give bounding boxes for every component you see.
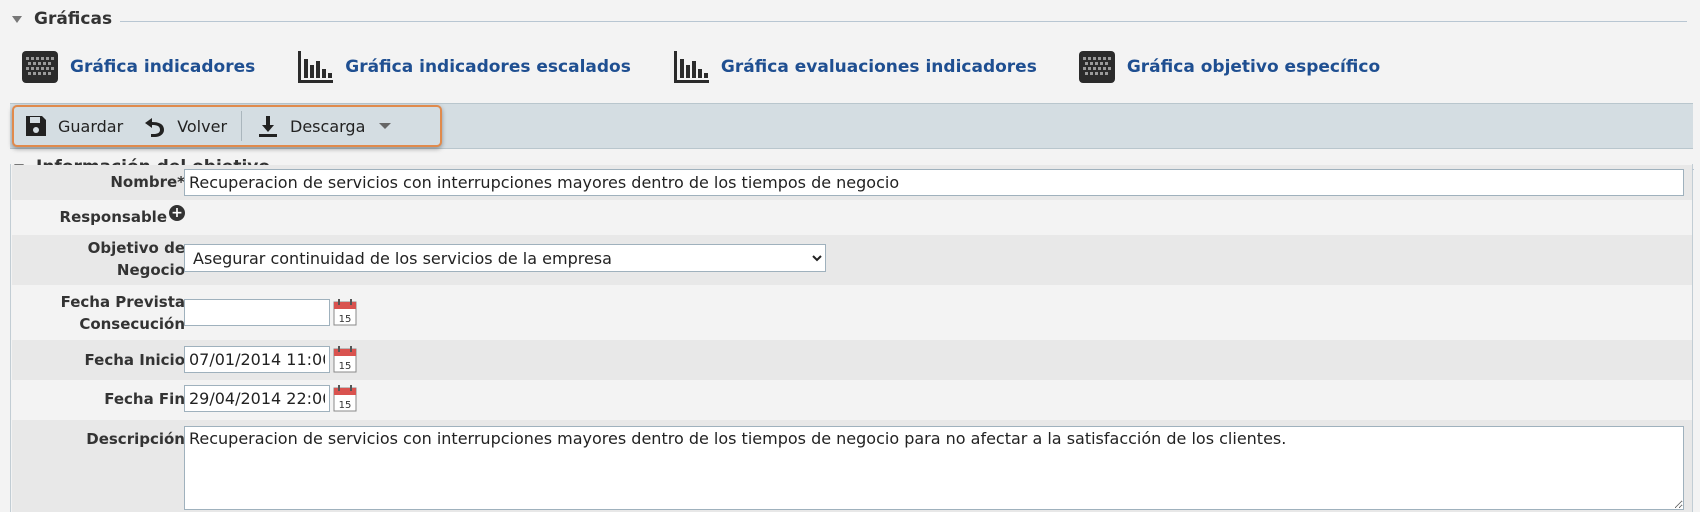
fecha-prevista-label: Fecha Prevista Consecución [61, 291, 185, 335]
responsable-label-wrap: Responsable + [60, 205, 185, 230]
calendar-icon[interactable]: 15 [333, 298, 357, 326]
graficas-section-header[interactable]: Gráficas [12, 6, 1687, 32]
download-icon [259, 116, 278, 137]
link-label[interactable]: Gráfica indicadores [70, 57, 255, 77]
calendar-day: 15 [339, 314, 352, 325]
add-circle-icon[interactable]: + [169, 205, 185, 221]
row-fecha-fin: Fecha Fin 15 [12, 380, 1692, 420]
fecha-fin-label: Fecha Fin [104, 390, 185, 408]
link-label[interactable]: Gráfica evaluaciones indicadores [721, 57, 1037, 77]
calendar-day: 15 [339, 400, 352, 411]
fecha-prevista-input[interactable] [184, 299, 330, 326]
objetivo-label-line1: Objetivo de [87, 239, 185, 257]
download-label: Descarga [290, 116, 366, 136]
undo-arrow-icon [145, 118, 165, 137]
back-label: Volver [177, 116, 228, 136]
calendar-icon[interactable]: 15 [333, 345, 357, 373]
link-grafica-objetivo-especifico[interactable]: Gráfica objetivo específico [1077, 47, 1380, 87]
section-divider [120, 20, 1687, 22]
fecha-prevista-label-line1: Fecha Prevista [60, 293, 185, 311]
row-objetivo-negocio: Objetivo de Negocio Asegurar continuidad… [12, 235, 1692, 285]
row-descripcion: Descripción Recuperacion de servicios co… [12, 420, 1692, 512]
calendar-icon[interactable]: 15 [333, 384, 357, 412]
bar-chart-icon [673, 51, 709, 83]
link-grafica-evaluaciones-indicadores[interactable]: Gráfica evaluaciones indicadores [671, 47, 1037, 87]
nombre-input[interactable] [184, 169, 1684, 196]
grid-chart-icon [22, 51, 58, 83]
objetivo-label: Objetivo de Negocio [88, 237, 185, 281]
link-grafica-indicadores-escalados[interactable]: Gráfica indicadores escalados [295, 47, 631, 87]
bar-chart-icon [298, 51, 334, 83]
fecha-fin-input[interactable] [184, 385, 330, 412]
descripcion-textarea[interactable]: Recuperacion de servicios con interrupci… [184, 426, 1684, 510]
chevron-down-icon[interactable] [379, 123, 392, 129]
objetivo-label-line2: Negocio [116, 261, 185, 279]
row-fecha-inicio: Fecha Inicio 15 [12, 340, 1692, 380]
link-label[interactable]: Gráfica objetivo específico [1127, 57, 1380, 77]
toolbar: Guardar Volver Descarga [12, 105, 442, 147]
back-button[interactable]: Volver [133, 107, 237, 145]
nombre-label: Nombre* [110, 173, 185, 191]
fecha-prevista-label-line2: Consecución [79, 315, 185, 333]
row-fecha-prevista: Fecha Prevista Consecución 15 [12, 285, 1692, 340]
link-grafica-indicadores[interactable]: Gráfica indicadores [20, 47, 255, 87]
toolbar-separator [241, 111, 243, 141]
link-label[interactable]: Gráfica indicadores escalados [345, 57, 631, 77]
save-button[interactable]: Guardar [14, 107, 133, 145]
objetivo-select[interactable]: Asegurar continuidad de los servicios de… [184, 244, 826, 272]
row-nombre: Nombre* [12, 165, 1692, 200]
responsable-label: Responsable [59, 208, 167, 226]
fecha-inicio-label: Fecha Inicio [84, 351, 185, 369]
floppy-disk-icon [26, 116, 46, 136]
save-label: Guardar [58, 116, 124, 136]
fecha-inicio-input[interactable] [184, 346, 330, 373]
collapse-triangle-icon[interactable] [12, 15, 22, 23]
calendar-day: 15 [339, 361, 352, 372]
graficas-links: Gráfica indicadores Gráfica indicadores … [20, 45, 1420, 89]
download-button[interactable]: Descarga [246, 107, 401, 145]
row-responsable: Responsable + [12, 200, 1692, 235]
graficas-title: Gráficas [34, 9, 113, 29]
descripcion-label: Descripción [86, 430, 185, 448]
grid-chart-icon [1078, 51, 1115, 83]
